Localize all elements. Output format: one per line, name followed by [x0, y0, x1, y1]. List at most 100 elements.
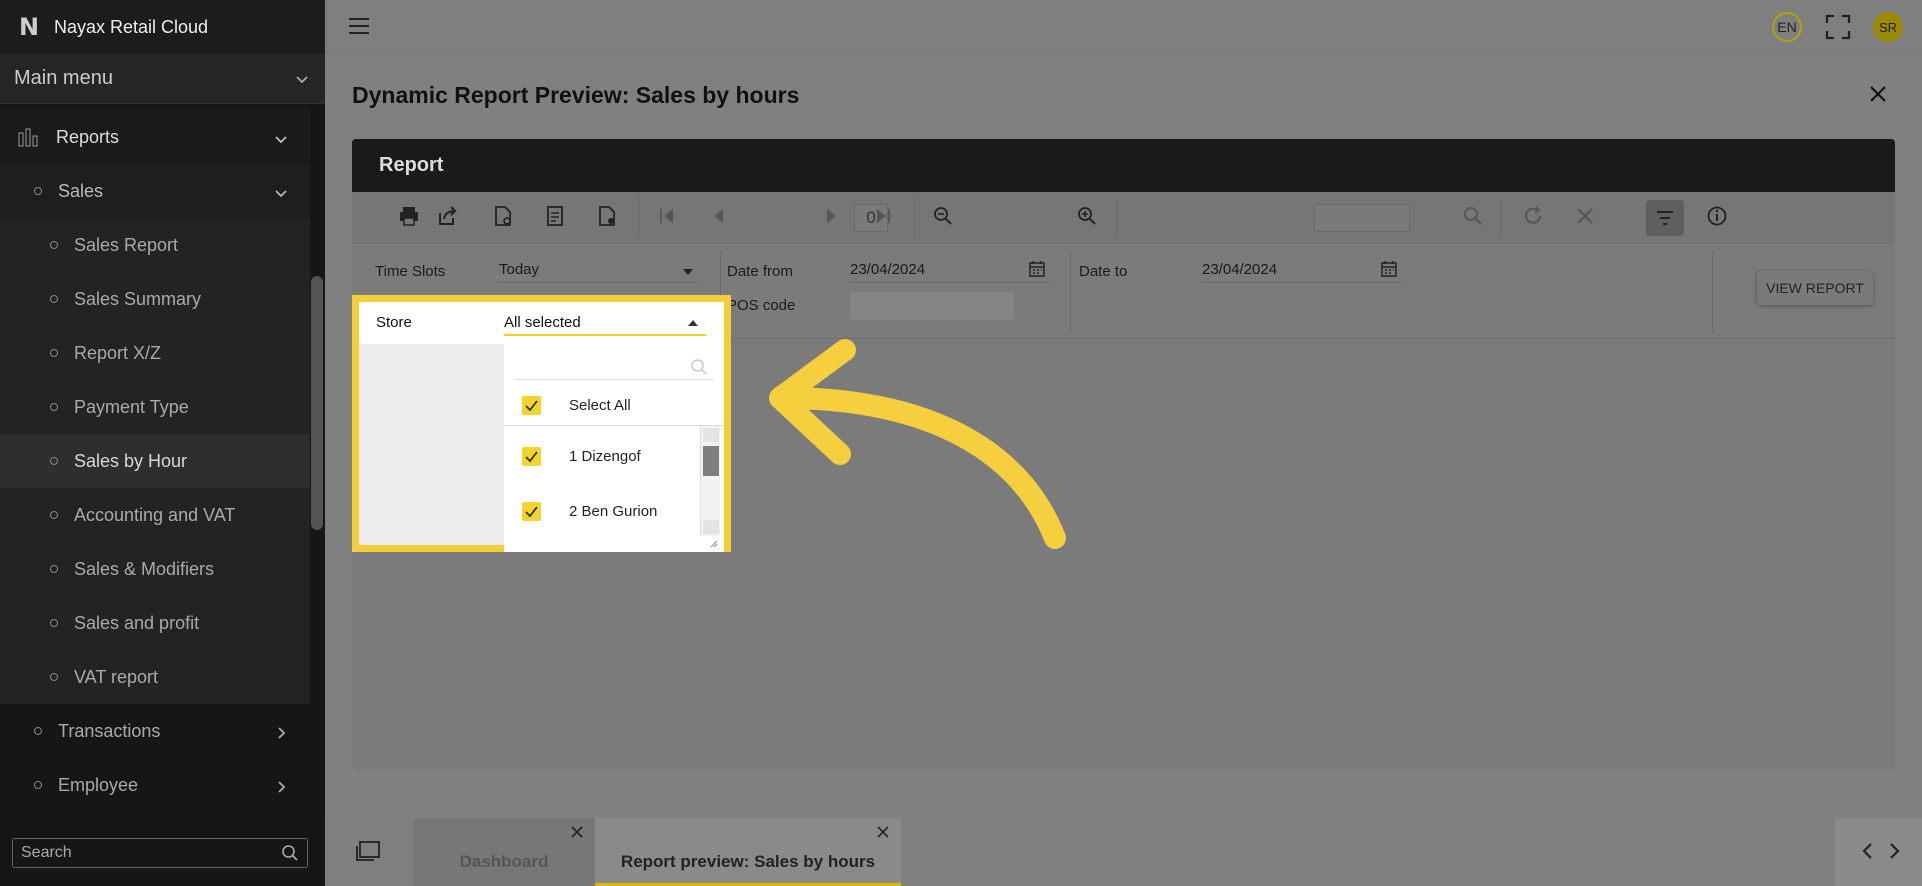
scroll-thumb[interactable] — [703, 446, 719, 476]
cancel-icon[interactable] — [1574, 205, 1598, 229]
sidebar-item-sales-summary[interactable]: Sales Summary — [0, 272, 310, 326]
time-slots-label: Time Slots — [375, 263, 446, 280]
chevron-right-icon[interactable] — [1887, 842, 1901, 860]
document-icon[interactable] — [544, 205, 568, 229]
sidebar-item-employee[interactable]: Employee — [0, 758, 310, 812]
annotation-arrow-icon — [769, 339, 1066, 549]
sidebar-item-label: VAT report — [74, 666, 159, 687]
tab-dashboard[interactable]: Dashboard — [413, 818, 595, 886]
date-from-input[interactable]: 23/04/2024 — [850, 259, 1050, 283]
previous-page-icon[interactable] — [708, 205, 732, 229]
store-value: All selected — [504, 314, 581, 331]
brand[interactable]: N Nayax Retail Cloud — [0, 0, 325, 54]
zoom-out-icon[interactable] — [932, 205, 956, 229]
sidebar-item-accounting-vat[interactable]: Accounting and VAT — [0, 488, 310, 542]
filter-icon — [1657, 211, 1673, 225]
scroll-up-icon[interactable] — [703, 428, 719, 442]
pos-code-input[interactable] — [850, 292, 1014, 320]
document-settings-icon[interactable] — [596, 205, 620, 229]
tab-scroll-arrows — [1835, 818, 1922, 886]
bullet-icon — [50, 403, 58, 411]
bullet-icon — [50, 511, 58, 519]
param-divider — [1712, 251, 1713, 333]
tab-label: Dashboard — [459, 852, 549, 871]
first-page-icon[interactable] — [656, 205, 680, 229]
hamburger-menu-icon[interactable] — [349, 18, 369, 34]
refresh-icon[interactable] — [1522, 205, 1546, 229]
caret-down-icon — [683, 269, 693, 275]
main-menu-label: Main menu — [14, 67, 113, 89]
bullet-icon — [50, 349, 58, 357]
sidebar-item-label: Sales — [58, 180, 104, 201]
calendar-icon[interactable] — [1028, 260, 1046, 278]
search-placeholder: Search — [21, 844, 72, 861]
page-title: Dynamic Report Preview: Sales by hours — [352, 82, 800, 108]
list-item[interactable]: 2 Ben Gurion — [504, 482, 700, 536]
search-icon[interactable] — [1462, 205, 1486, 229]
checkbox-checked-icon[interactable] — [522, 502, 541, 521]
sidebar-item-transactions[interactable]: Transactions — [0, 704, 310, 758]
pos-code-label: POS code — [727, 297, 796, 314]
sidebar-item-sales-profit[interactable]: Sales and profit — [0, 596, 310, 650]
view-report-button[interactable]: VIEW REPORT — [1757, 271, 1873, 305]
app-title: Nayax Retail Cloud — [54, 16, 209, 37]
resize-handle-icon[interactable] — [710, 540, 718, 548]
store-search-input[interactable] — [514, 352, 714, 380]
date-from-label: Date from — [727, 263, 793, 280]
sidebar-item-payment-type[interactable]: Payment Type — [0, 380, 310, 434]
search-icon — [282, 845, 298, 861]
sidebar-item-vat-report[interactable]: VAT report — [0, 650, 310, 704]
dropdown-scrollbar[interactable] — [700, 426, 720, 536]
windows-icon[interactable] — [355, 840, 381, 862]
sidebar-item-label: Sales and profit — [74, 612, 200, 633]
chevron-right-icon — [274, 724, 288, 739]
list-item[interactable]: 1 Dizengof — [504, 426, 700, 480]
toolbar-divider — [914, 198, 915, 238]
sidebar-item-reports[interactable]: Reports — [0, 110, 310, 164]
sidebar-search-input[interactable]: Search — [12, 838, 308, 868]
sidebar-item-sales-report[interactable]: Sales Report — [0, 218, 310, 272]
date-to-input[interactable]: 23/04/2024 — [1202, 259, 1402, 283]
sidebar-item-sales[interactable]: Sales — [0, 164, 310, 218]
info-icon[interactable] — [1706, 205, 1730, 229]
store-option-label: 1 Dizengof — [569, 448, 641, 465]
sidebar-item-sales-by-hour[interactable]: Sales by Hour — [0, 434, 310, 488]
close-icon[interactable] — [1868, 84, 1888, 104]
sidebar-item-report-xz[interactable]: Report X/Z — [0, 326, 310, 380]
chevron-left-icon[interactable] — [1861, 842, 1875, 860]
print-icon[interactable] — [398, 205, 422, 229]
chevron-down-icon — [274, 130, 288, 144]
sidebar-item-label: Sales & Modifiers — [74, 558, 215, 579]
main-menu-toggle[interactable]: Main menu — [0, 54, 325, 104]
bullet-icon — [50, 565, 58, 573]
store-select[interactable]: All selected — [504, 312, 706, 336]
zoom-in-icon[interactable] — [1076, 205, 1100, 229]
chevron-down-icon — [296, 75, 308, 83]
calendar-icon[interactable] — [1380, 260, 1398, 278]
tab-report-preview[interactable]: Report preview: Sales by hours — [595, 818, 901, 886]
tab-label: Report preview: Sales by hours — [620, 852, 876, 871]
sidebar-item-label: Employee — [58, 774, 139, 795]
close-icon[interactable] — [877, 826, 889, 838]
select-all-label: Select All — [569, 397, 631, 414]
last-page-icon[interactable] — [872, 205, 896, 229]
checkbox-checked-icon[interactable] — [522, 447, 541, 466]
export-document-icon[interactable] — [492, 205, 516, 229]
bullet-icon — [34, 187, 42, 195]
avatar[interactable]: SR — [1873, 12, 1903, 42]
sidebar-item-sales-modifiers[interactable]: Sales & Modifiers — [0, 542, 310, 596]
fullscreen-icon[interactable] — [1825, 14, 1851, 40]
filter-button[interactable] — [1646, 200, 1684, 236]
language-button[interactable]: EN — [1772, 12, 1802, 42]
bullet-icon — [50, 241, 58, 249]
select-all-option[interactable]: Select All — [504, 386, 724, 426]
checkbox-checked-icon[interactable] — [522, 396, 541, 415]
next-page-icon[interactable] — [820, 205, 844, 229]
close-icon[interactable] — [571, 826, 583, 838]
search-text-input[interactable] — [1314, 204, 1410, 232]
scroll-down-icon[interactable] — [703, 520, 719, 534]
bullet-icon — [50, 673, 58, 681]
export-icon[interactable] — [436, 205, 460, 229]
time-slots-select[interactable]: Today — [499, 259, 699, 283]
sidebar-scrollbar[interactable] — [311, 276, 323, 530]
